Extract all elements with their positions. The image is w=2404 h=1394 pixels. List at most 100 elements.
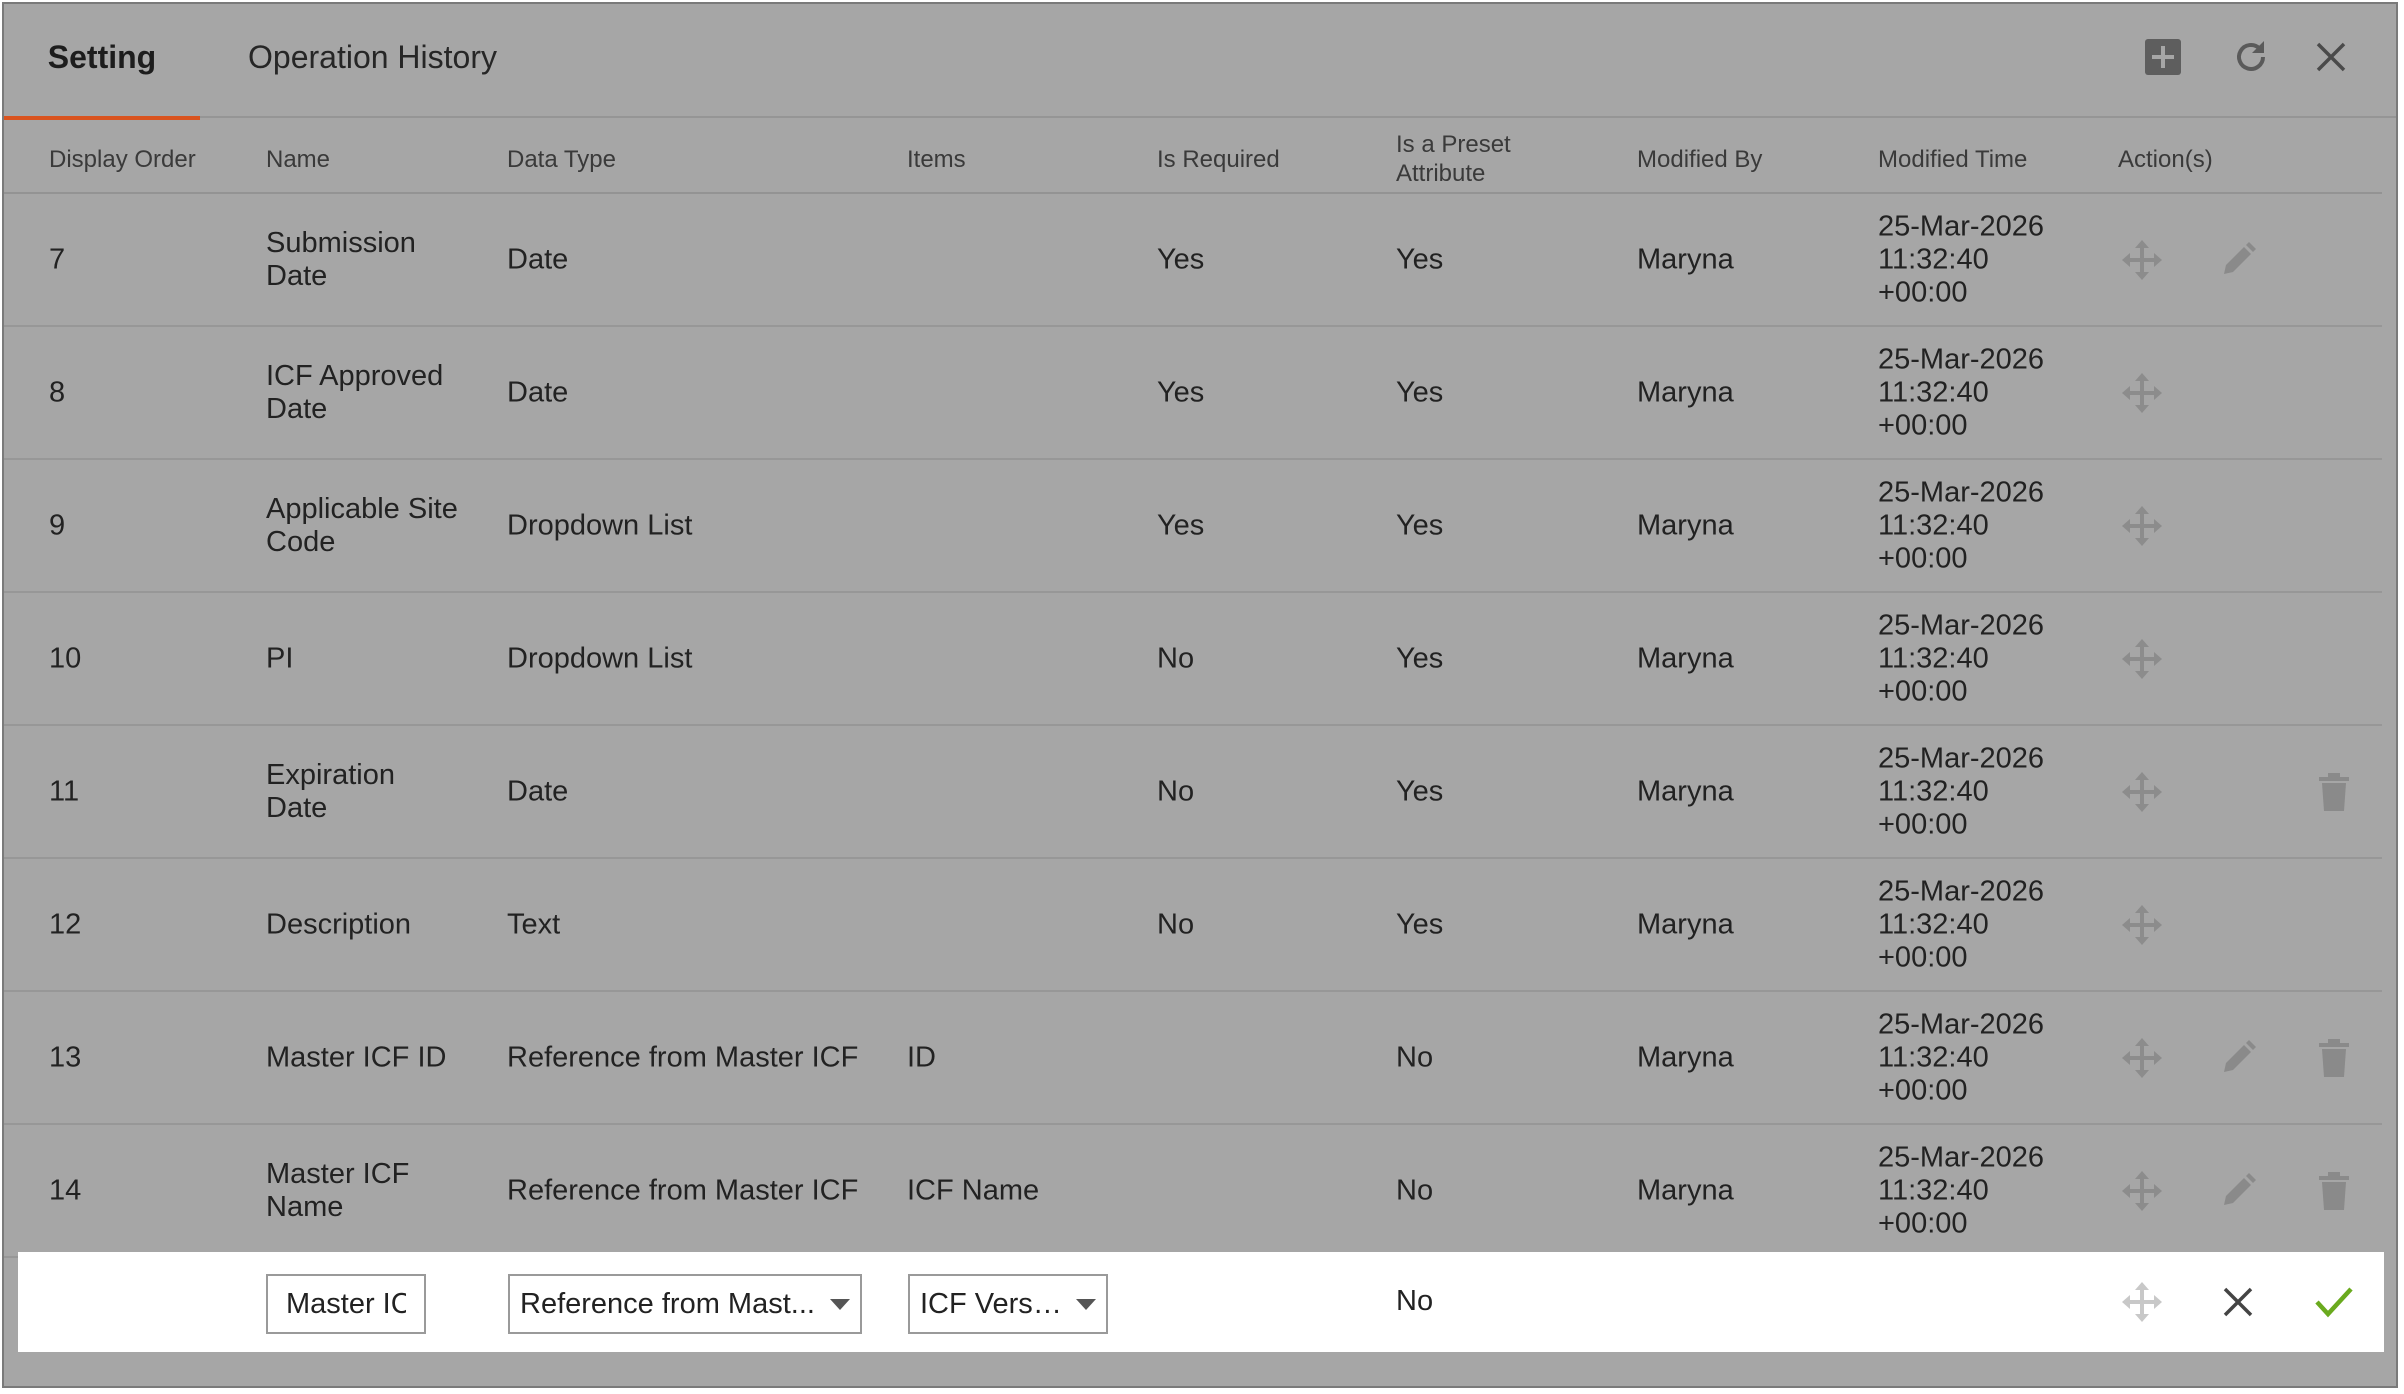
col-actions: Action(s) [2118, 146, 2213, 173]
col-name[interactable]: Name [266, 145, 330, 174]
modified-by-cell: Maryna [1637, 1174, 1734, 1206]
tab-setting-label: Setting [47, 39, 157, 75]
modified-time-cell: 25-Mar-2026 11:32:40 +00:00 [1878, 476, 2044, 575]
is-preset-cell: Yes [1396, 775, 1444, 807]
modified-time-cell-line: 25-Mar-2026 [1878, 210, 2045, 242]
modified-time-cell-line: +00:00 [1878, 276, 1968, 308]
name-cell: Master ICF Name [266, 1158, 409, 1224]
modified-time-cell: 25-Mar-2026 11:32:40 +00:00 [1878, 1141, 2044, 1240]
modified-time-cell-line: 25-Mar-2026 [1878, 609, 2045, 641]
move-glyph [2122, 1282, 2162, 1322]
table-row: 9 Applicable Site Code Dropdown List Yes Yes M… [4, 460, 2382, 593]
table-row: 14 Master ICF Name Reference from Master IC… [4, 1125, 2382, 1258]
close-icon[interactable] [2308, 34, 2354, 80]
table-row: 12 Description Text No Yes Maryna 25-Mar-2026 1… [4, 859, 2382, 992]
refresh-icon[interactable] [2228, 34, 2274, 80]
col-modified-by[interactable]: Modified By [1637, 145, 1762, 174]
is-required-cell: Yes [1157, 376, 1205, 408]
data-type-cell: Text [507, 908, 561, 940]
display-order-cell: 13 [49, 1041, 82, 1073]
name-cell: Master ICF ID [266, 1041, 446, 1074]
is-required-cell: Yes [1157, 243, 1205, 275]
tab-operation-history-label: Operation History [248, 39, 497, 75]
move-icon[interactable] [2118, 901, 2166, 949]
trash-icon[interactable] [2310, 1034, 2358, 1082]
name-cell-line: Date [266, 259, 328, 292]
name-cell-line: ICF Approved [266, 359, 444, 392]
modified-by-cell: Maryna [1637, 908, 1734, 940]
name-input[interactable] [266, 1274, 426, 1334]
is-preset-cell: Yes [1396, 908, 1444, 940]
is-preset-cell: No [1396, 1041, 1434, 1073]
name-cell-line: Submission [266, 226, 416, 259]
display-order-cell: 9 [49, 509, 66, 541]
move-icon[interactable] [2118, 1278, 2166, 1326]
modified-time-cell: 25-Mar-2026 11:32:40 +00:00 [1878, 609, 2044, 708]
modified-time-cell: 25-Mar-2026 11:32:40 +00:00 [1878, 875, 2044, 974]
table-row: 13 Master ICF ID Reference from Master ICF… [4, 992, 2382, 1125]
modified-time-cell-line: 25-Mar-2026 [1878, 1141, 2045, 1173]
cancel-edit-icon[interactable] [2214, 1278, 2262, 1326]
modified-by-cell: Maryna [1637, 376, 1734, 408]
is-required-cell: Yes [1157, 509, 1205, 541]
name-cell-line: Expiration [266, 758, 395, 791]
name-cell-line: Description [266, 908, 412, 940]
modified-time-cell-line: 11:32:40 [1878, 908, 1989, 940]
is-required-cell: No [1157, 642, 1195, 674]
modified-time-cell-line: 25-Mar-2026 [1878, 343, 2045, 375]
name-cell-line: Applicable Site [266, 492, 458, 525]
move-icon[interactable] [2118, 502, 2166, 550]
modified-time-cell-line: 11:32:40 [1878, 1041, 1989, 1073]
modified-time-cell-line: +00:00 [1878, 409, 1968, 441]
modified-time-cell-line: 11:32:40 [1878, 775, 1989, 807]
display-order-cell: 14 [49, 1174, 82, 1206]
name-cell: Submission Date [266, 227, 416, 293]
name-cell: Expiration Date [266, 759, 395, 825]
display-order-cell: 7 [49, 243, 66, 275]
move-icon[interactable] [2118, 236, 2166, 284]
edit-icon[interactable] [2214, 1034, 2262, 1082]
dialog-header: Setting Operation History [4, 4, 2396, 120]
move-icon[interactable] [2118, 1167, 2166, 1215]
data-type-cell: Date [507, 376, 569, 408]
modified-by-cell: Maryna [1637, 509, 1734, 541]
col-modified-time[interactable]: Modified Time [1878, 145, 2027, 174]
modified-time-cell-line: 25-Mar-2026 [1878, 476, 2045, 508]
name-cell-line: Name [266, 1190, 344, 1223]
items-select[interactable]: ICF Version [908, 1274, 1108, 1334]
confirm-edit-icon[interactable] [2310, 1278, 2358, 1326]
trash-icon[interactable] [2310, 768, 2358, 816]
modified-by-cell: Maryna [1637, 1041, 1734, 1073]
modified-time-cell-line: 11:32:40 [1878, 376, 1989, 408]
name-cell: Applicable Site Code [266, 493, 458, 559]
data-type-select[interactable]: Reference from Mast... [508, 1274, 862, 1334]
chevron-down-icon [830, 1298, 850, 1310]
col-is-required[interactable]: Is Required [1157, 145, 1280, 174]
is-preset-cell: Yes [1396, 376, 1444, 408]
edit-icon[interactable] [2214, 1167, 2262, 1215]
move-icon[interactable] [2118, 768, 2166, 816]
modified-by-cell: Maryna [1637, 642, 1734, 674]
col-data-type[interactable]: Data Type [507, 145, 616, 174]
is-required-cell: No [1157, 775, 1195, 807]
col-items[interactable]: Items [907, 145, 966, 174]
name-cell-line: PI [266, 642, 294, 674]
tab-setting[interactable]: Setting [4, 4, 200, 120]
trash-icon[interactable] [2310, 1167, 2358, 1215]
tab-operation-history[interactable]: Operation History [248, 4, 518, 118]
data-type-cell: Date [507, 775, 569, 807]
display-order-cell: 10 [49, 642, 82, 674]
add-icon[interactable] [2140, 34, 2186, 80]
modified-time-cell-line: 25-Mar-2026 [1878, 1008, 2045, 1040]
move-icon[interactable] [2118, 1034, 2166, 1082]
items-select-value: ICF Version [920, 1287, 1066, 1320]
modified-time-cell-line: 11:32:40 [1878, 1174, 1989, 1206]
display-order-cell: 11 [49, 775, 80, 807]
move-icon[interactable] [2118, 369, 2166, 417]
modified-by-cell: Maryna [1637, 243, 1734, 275]
edit-icon[interactable] [2214, 236, 2262, 284]
move-icon[interactable] [2118, 635, 2166, 683]
is-preset-cell: No [1396, 1174, 1434, 1206]
col-is-preset[interactable]: Is a Preset Attribute [1396, 130, 1511, 188]
col-display-order[interactable]: Display Order [49, 145, 196, 174]
